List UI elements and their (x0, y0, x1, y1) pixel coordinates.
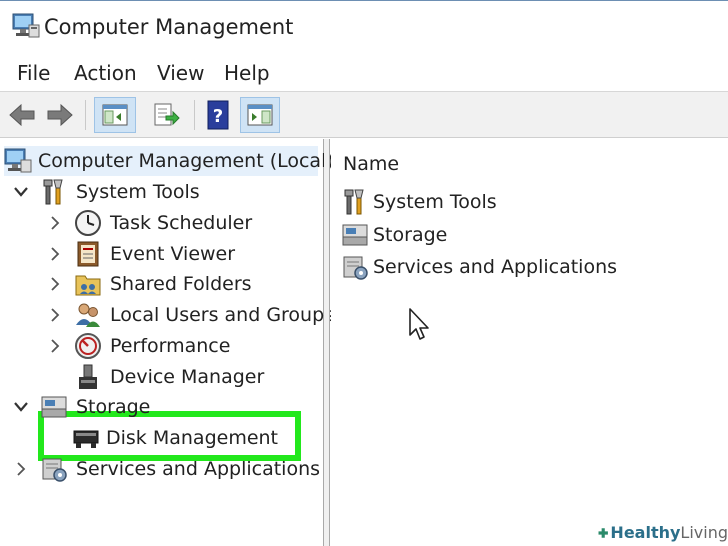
chevron-down-icon[interactable] (10, 181, 32, 203)
tree-item-label: System Tools (76, 181, 200, 203)
menu-help[interactable]: Help (224, 61, 270, 85)
cross-logo-icon (598, 527, 608, 538)
disk-icon (72, 424, 100, 452)
computer-management-app-icon (12, 13, 40, 39)
device-manager-icon (74, 363, 102, 391)
tree-item-label: Storage (76, 396, 151, 418)
toolbar-separator (85, 100, 86, 130)
toolbar: ? (0, 92, 728, 138)
window-title: Computer Management (44, 15, 294, 39)
tree-item-label: Disk Management (106, 427, 279, 449)
tree-item-label: Performance (110, 335, 231, 357)
tree-item-device-manager[interactable]: Device Manager (66, 362, 264, 392)
tree-item-local-users-and-groups[interactable]: Local Users and Groups (44, 300, 334, 330)
show-hide-console-tree-button[interactable] (94, 97, 136, 133)
computer-management-icon (4, 147, 32, 175)
tree-item-label: Computer Management (Local) (38, 150, 334, 172)
tree-item-task-scheduler[interactable]: Task Scheduler (44, 208, 252, 238)
chevron-right-icon[interactable] (44, 243, 66, 265)
toolbar-separator (194, 100, 195, 130)
chevron-right-icon[interactable] (44, 304, 66, 326)
help-button[interactable]: ? (203, 97, 233, 133)
tree-item-computer-management[interactable]: Computer Management (Local) (4, 146, 334, 176)
show-hide-console-tree-icon (102, 104, 128, 126)
list-item-storage[interactable]: Storage (341, 220, 447, 250)
tree-item-label: Services and Applications (76, 458, 321, 480)
tree-item-system-tools[interactable]: System Tools (10, 177, 200, 207)
chevron-right-icon[interactable] (44, 335, 66, 357)
list-item-system-tools[interactable]: System Tools (341, 187, 497, 217)
shared-folders-icon (74, 270, 102, 298)
performance-icon (74, 332, 102, 360)
tree-item-shared-folders[interactable]: Shared Folders (44, 269, 252, 299)
clock-icon (74, 209, 102, 237)
tree-item-label: Shared Folders (110, 273, 252, 295)
services-icon (341, 253, 369, 281)
chevron-right-icon[interactable] (44, 212, 66, 234)
watermark-light-text: Living (680, 523, 728, 542)
pane-splitter[interactable] (324, 139, 330, 546)
menu-action[interactable]: Action (74, 61, 137, 85)
tree-item-services-and-applications[interactable]: Services and Applications (10, 454, 320, 484)
back-button[interactable] (6, 97, 38, 133)
watermark-bold-text: Healthy (610, 523, 681, 542)
healthy-living-watermark: Healthy Living (594, 519, 728, 546)
tree-item-disk-management[interactable]: Disk Management (72, 423, 278, 453)
show-hide-action-pane-icon (247, 104, 273, 126)
results-pane: Name System Tools Storage Services and A… (331, 139, 728, 546)
tools-icon (40, 178, 68, 206)
menu-view[interactable]: View (157, 61, 204, 85)
tree-item-storage[interactable]: Storage (10, 392, 150, 422)
menu-file[interactable]: File (17, 61, 50, 85)
forward-arrow-icon (47, 103, 73, 127)
export-list-button[interactable] (146, 97, 186, 133)
users-icon (74, 301, 102, 329)
mouse-cursor-icon (409, 308, 429, 340)
help-icon: ? (207, 100, 229, 130)
storage-icon (40, 393, 68, 421)
tree-item-label: Task Scheduler (110, 212, 253, 234)
chevron-right-icon[interactable] (10, 458, 32, 480)
column-header-name[interactable]: Name (343, 153, 399, 175)
tree-item-label: Local Users and Groups (110, 304, 335, 326)
list-item-label: Services and Applications (373, 256, 618, 278)
menu-bar: File Action View Help (0, 52, 728, 92)
event-viewer-icon (74, 240, 102, 268)
tree-item-label: Event Viewer (110, 243, 236, 265)
forward-button[interactable] (44, 97, 76, 133)
back-arrow-icon (9, 103, 35, 127)
tools-icon (341, 188, 369, 216)
show-hide-action-pane-button[interactable] (240, 97, 280, 133)
title-bar: Computer Management (0, 0, 728, 52)
chevron-down-icon[interactable] (10, 396, 32, 418)
list-item-label: System Tools (373, 191, 497, 213)
tree-item-event-viewer[interactable]: Event Viewer (44, 239, 235, 269)
list-item-services-and-applications[interactable]: Services and Applications (341, 252, 617, 282)
tree-item-performance[interactable]: Performance (44, 331, 230, 361)
list-item-label: Storage (373, 224, 448, 246)
tree-item-label: Device Manager (110, 366, 265, 388)
services-icon (40, 455, 68, 483)
export-list-icon (154, 103, 180, 126)
storage-icon (341, 221, 369, 249)
svg-text:?: ? (213, 106, 223, 127)
chevron-right-icon[interactable] (44, 273, 66, 295)
